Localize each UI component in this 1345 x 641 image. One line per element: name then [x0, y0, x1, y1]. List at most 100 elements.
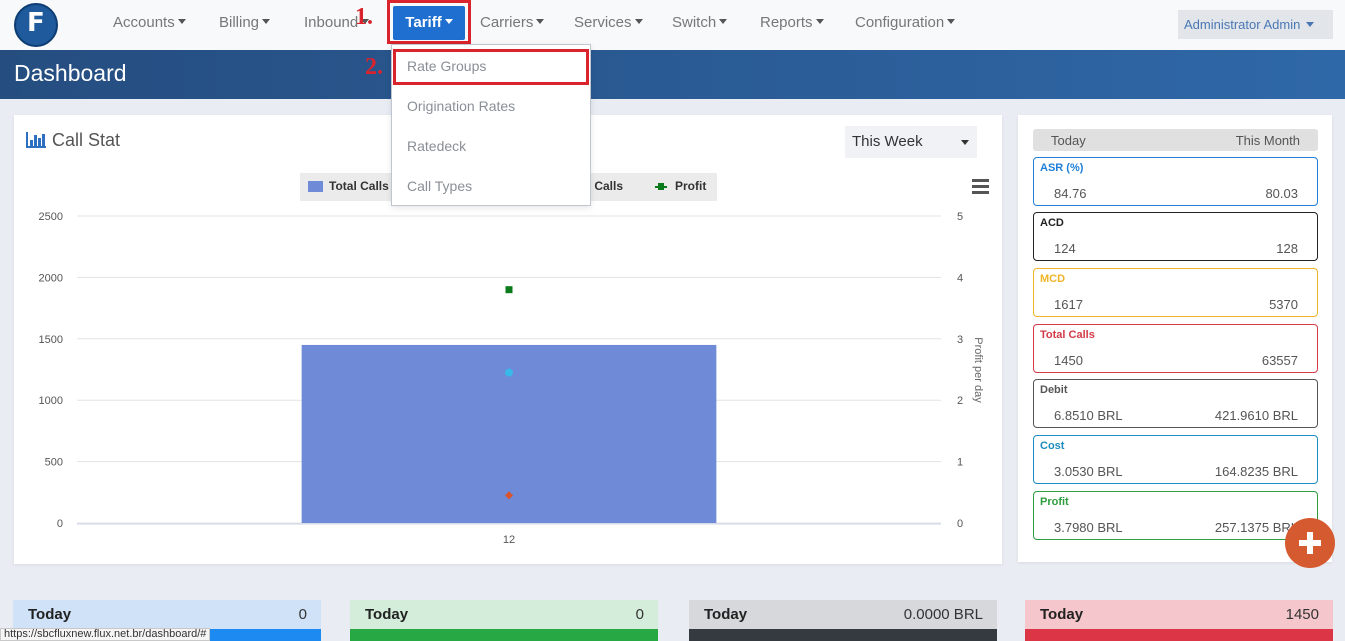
stat-value-month: 128: [1276, 241, 1298, 256]
summary-card: Today 0.0000 BRL: [689, 600, 997, 641]
y-left-tick-label: 2000: [39, 272, 63, 284]
x-tick-label: 12: [503, 534, 515, 546]
point-profit: [505, 286, 513, 294]
y-right-tick-label: 0: [957, 518, 963, 530]
summary-card-title: Today: [1040, 606, 1084, 623]
y-left-tick-label: 1500: [39, 334, 63, 346]
caret-down-icon: [634, 19, 643, 24]
menu-item-call-types[interactable]: Call Types: [407, 178, 472, 194]
summary-card-title: Today: [28, 606, 72, 623]
add-plus-button[interactable]: [1285, 518, 1335, 568]
menu-item-rate-groups[interactable]: Rate Groups: [407, 58, 486, 74]
stat-value-today: 3.0530 BRL: [1054, 464, 1123, 479]
y-right-tick-label: 3: [957, 334, 963, 346]
summary-card-header: Today 1450: [1025, 600, 1333, 629]
nav-switch[interactable]: Switch: [672, 14, 728, 31]
annotation-highlight-tariff: [387, 0, 471, 44]
caret-down-icon: [947, 19, 956, 24]
nav-reports-label: Reports: [760, 14, 813, 31]
stat-value-month: 257.1375 BRL: [1214, 520, 1298, 535]
stat-value-month: 5370: [1269, 297, 1298, 312]
y-right-axis-label: Profit per day: [972, 337, 984, 403]
nav-services-label: Services: [574, 14, 632, 31]
stats-summary-panel: Today This Month ASR (%) 84.76 80.03 ACD 124…: [1018, 115, 1332, 562]
summary-card-value: 0: [635, 606, 644, 623]
stat-value-month: 421.9610 BRL: [1214, 408, 1298, 423]
summary-card: Today 0: [350, 600, 658, 641]
nav-inbound-label: Inbound: [304, 14, 359, 31]
nav-reports[interactable]: Reports: [760, 14, 824, 31]
stat-label: Cost: [1040, 440, 1065, 452]
nav-configuration-label: Configuration: [855, 14, 945, 31]
summary-card-value: 0.0000 BRL: [903, 606, 983, 623]
y-left-tick-label: 0: [57, 518, 63, 530]
y-right-tick-label: 4: [957, 272, 963, 284]
summary-card-header: Today 0.0000 BRL: [689, 600, 997, 629]
stat-value-today: 1617: [1054, 297, 1083, 312]
y-right-tick-label: 2: [957, 395, 963, 407]
stat-label: ASR (%): [1040, 162, 1084, 174]
menu-item-ratedeck[interactable]: Ratedeck: [407, 138, 466, 154]
nav-services[interactable]: Services: [574, 14, 643, 31]
nav-billing[interactable]: Billing: [219, 14, 271, 31]
caret-down-icon: [536, 19, 545, 24]
nav-switch-label: Switch: [672, 14, 717, 31]
nav-carriers-label: Carriers: [480, 14, 534, 31]
y-left-tick-label: 2500: [39, 211, 63, 223]
stat-box: ACD 124 128: [1033, 212, 1318, 261]
stats-header: Today This Month: [1033, 129, 1318, 151]
summary-card: Today 1450: [1025, 600, 1333, 641]
stat-box: MCD 1617 5370: [1033, 268, 1318, 317]
stat-value-month: 80.03: [1265, 186, 1298, 201]
stat-value-today: 84.76: [1054, 186, 1087, 201]
nav-carriers[interactable]: Carriers: [480, 14, 545, 31]
user-name: Administrator Admin: [1184, 17, 1301, 32]
nav-accounts[interactable]: Accounts: [113, 14, 186, 31]
page-title: Dashboard: [14, 60, 127, 86]
y-left-tick-label: 500: [45, 457, 63, 469]
stat-box: Profit 3.7980 BRL 257.1375 BRL: [1033, 491, 1318, 540]
y-right-tick-label: 5: [957, 211, 963, 223]
summary-card-value: 1450: [1285, 606, 1319, 623]
app-logo-icon[interactable]: F: [14, 3, 58, 47]
nav-accounts-label: Accounts: [113, 14, 175, 31]
summary-card-header: Today 0: [13, 600, 321, 629]
stat-value-today: 1450: [1054, 353, 1083, 368]
caret-down-icon: [177, 19, 186, 24]
stats-col-today: Today: [1051, 133, 1086, 148]
stat-label: MCD: [1040, 273, 1066, 285]
page-header: Dashboard: [0, 50, 1345, 99]
y-left-tick-label: 1000: [39, 395, 63, 407]
annotation-step-2: 2.: [365, 54, 383, 80]
browser-status-url: https://sbcfluxnew.flux.net.br/dashboard…: [0, 628, 211, 641]
annotation-step-1: 1.: [355, 4, 373, 30]
summary-card-value: 0: [298, 606, 307, 623]
caret-down-icon: [262, 19, 271, 24]
stat-value-today: 124: [1054, 241, 1076, 256]
caret-down-icon: [815, 19, 824, 24]
caret-down-icon: [1306, 22, 1315, 27]
stat-label: Profit: [1040, 496, 1069, 508]
stat-value-today: 6.8510 BRL: [1054, 408, 1123, 423]
caret-down-icon: [719, 19, 728, 24]
stat-box: Cost 3.0530 BRL 164.8235 BRL: [1033, 435, 1318, 484]
stats-col-month: This Month: [1235, 133, 1300, 148]
stat-value-month: 164.8235 BRL: [1214, 464, 1298, 479]
nav-billing-label: Billing: [219, 14, 260, 31]
y-right-tick-label: 1: [957, 457, 963, 469]
stat-value-today: 3.7980 BRL: [1054, 520, 1123, 535]
summary-card-bar: [689, 629, 997, 641]
stat-label: Debit: [1040, 384, 1068, 396]
stat-label: Total Calls: [1040, 329, 1095, 341]
stat-box: Total Calls 1450 63557: [1033, 324, 1318, 373]
stat-value-month: 63557: [1261, 353, 1298, 368]
nav-configuration[interactable]: Configuration: [855, 14, 956, 31]
summary-card-bar: [1025, 629, 1333, 641]
stat-box: ASR (%) 84.76 80.03: [1033, 157, 1318, 206]
top-navbar: F Accounts Billing Inbound Tariff 1. Car…: [0, 0, 1345, 50]
user-menu-button[interactable]: Administrator Admin: [1178, 10, 1333, 39]
stat-label: ACD: [1040, 217, 1064, 229]
menu-item-origination-rates[interactable]: Origination Rates: [407, 98, 515, 114]
point-series-blue: [505, 368, 513, 377]
stat-box: Debit 6.8510 BRL 421.9610 BRL: [1033, 379, 1318, 428]
